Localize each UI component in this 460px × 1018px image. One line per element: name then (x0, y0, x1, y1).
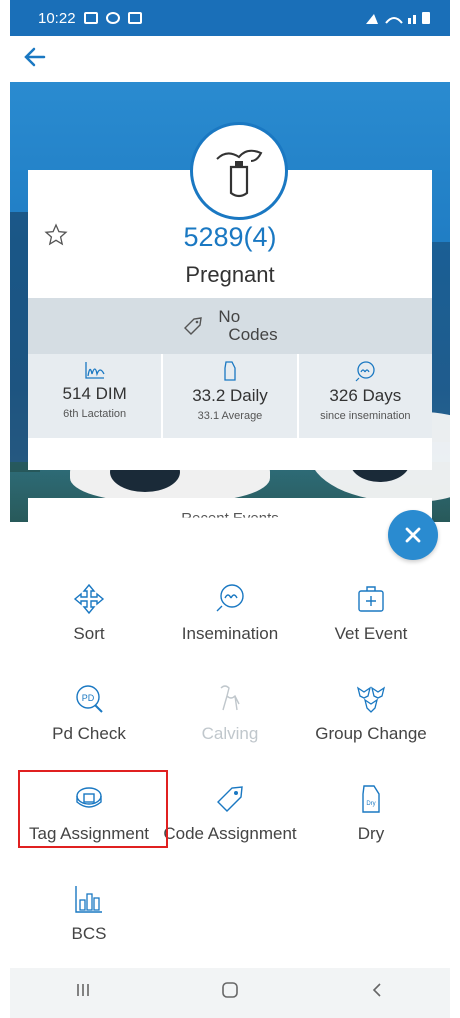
arrow-left-icon (24, 47, 46, 67)
cow-id: 5289(4) (28, 222, 432, 253)
action-bcs[interactable]: BCS (16, 882, 162, 972)
check-icon (127, 12, 142, 24)
stat-insemination-value: 326 Days (329, 386, 402, 405)
action-sort-label: Sort (73, 624, 105, 643)
action-group-change[interactable]: Group Change (298, 682, 444, 772)
codes-line1: No (218, 307, 241, 326)
back-button[interactable] (22, 44, 52, 74)
cow-group-icon (356, 686, 386, 713)
gallery-icon (83, 12, 98, 24)
action-insemination[interactable]: Insemination (157, 582, 303, 672)
action-code-assignment-label: Code Assignment (163, 824, 297, 843)
action-pd-check[interactable]: PD Pd Check (16, 682, 162, 772)
action-group-change-label: Group Change (315, 724, 427, 743)
status-bar: 10:22 (10, 0, 450, 36)
stat-insemination: 326 Days since insemination (298, 354, 432, 438)
action-calving: Calving (157, 682, 303, 772)
cow-status: Pregnant (185, 262, 275, 287)
codes-line2: Codes (228, 325, 278, 344)
back-nav-icon[interactable] (368, 981, 386, 1005)
action-vet-event-label: Vet Event (334, 624, 408, 643)
action-bcs-label: BCS (71, 924, 107, 943)
stat-dim-sub: 6th Lactation (63, 408, 127, 420)
action-sort[interactable]: Sort (16, 582, 162, 672)
sort-arrows-icon (73, 583, 105, 615)
home-icon[interactable] (220, 980, 240, 1006)
dry-bottle-icon: Dry (362, 785, 380, 813)
milking-cow-icon (216, 149, 263, 198)
stat-dim: 514 DIM 6th Lactation (28, 354, 164, 438)
stat-insemination-sub: since insemination (320, 410, 411, 422)
svg-text:Dry: Dry (366, 801, 375, 807)
cow-number: 5289 (183, 222, 244, 252)
connectivity-icons (364, 10, 434, 26)
insemination-icon (355, 361, 375, 382)
svg-text:PD: PD (82, 693, 95, 703)
close-icon (405, 527, 421, 543)
milk-bottle-icon (224, 361, 236, 381)
bar-chart-icon (75, 886, 102, 913)
stats-row: 514 DIM 6th Lactation 33.2 Daily 33.1 Av… (28, 354, 432, 438)
action-vet-event[interactable]: Vet Event (298, 582, 444, 672)
action-dry[interactable]: Dry Dry (298, 782, 444, 872)
action-calving-label: Calving (201, 724, 259, 743)
insemination-icon (216, 584, 244, 612)
screen: 5289(4) Pregnant No Codes 514 DIM 6th La… (10, 36, 450, 1018)
action-dry-label: Dry (357, 824, 385, 843)
status-time: 10:22 (38, 9, 76, 27)
android-nav-bar (10, 968, 450, 1018)
first-aid-kit-icon (358, 586, 384, 612)
lactation-number: (4) (243, 222, 277, 252)
close-button[interactable] (388, 510, 438, 560)
cow-avatar (190, 122, 288, 220)
tag-icon (184, 317, 203, 335)
tag-assignment-highlight (18, 770, 168, 848)
calving-icon (220, 685, 240, 711)
pd-check-icon: PD (76, 685, 103, 713)
signal-battery-icon (366, 12, 430, 24)
stat-milk-sub: 33.1 Average (197, 410, 263, 422)
tag-icon (217, 786, 243, 812)
codes-bar[interactable]: No Codes (28, 298, 432, 354)
app-bar (10, 36, 450, 82)
lactation-curve-icon (85, 362, 105, 379)
stat-dim-value: 514 DIM (62, 384, 127, 403)
action-pd-check-label: Pd Check (52, 724, 126, 743)
action-insemination-label: Insemination (181, 624, 279, 643)
action-code-assignment[interactable]: Code Assignment (157, 782, 303, 872)
stat-milk: 33.2 Daily 33.1 Average (163, 354, 299, 438)
recent-apps-icon[interactable] (74, 981, 92, 1005)
sync-icon (105, 12, 120, 24)
stat-milk-value: 33.2 Daily (192, 386, 268, 405)
